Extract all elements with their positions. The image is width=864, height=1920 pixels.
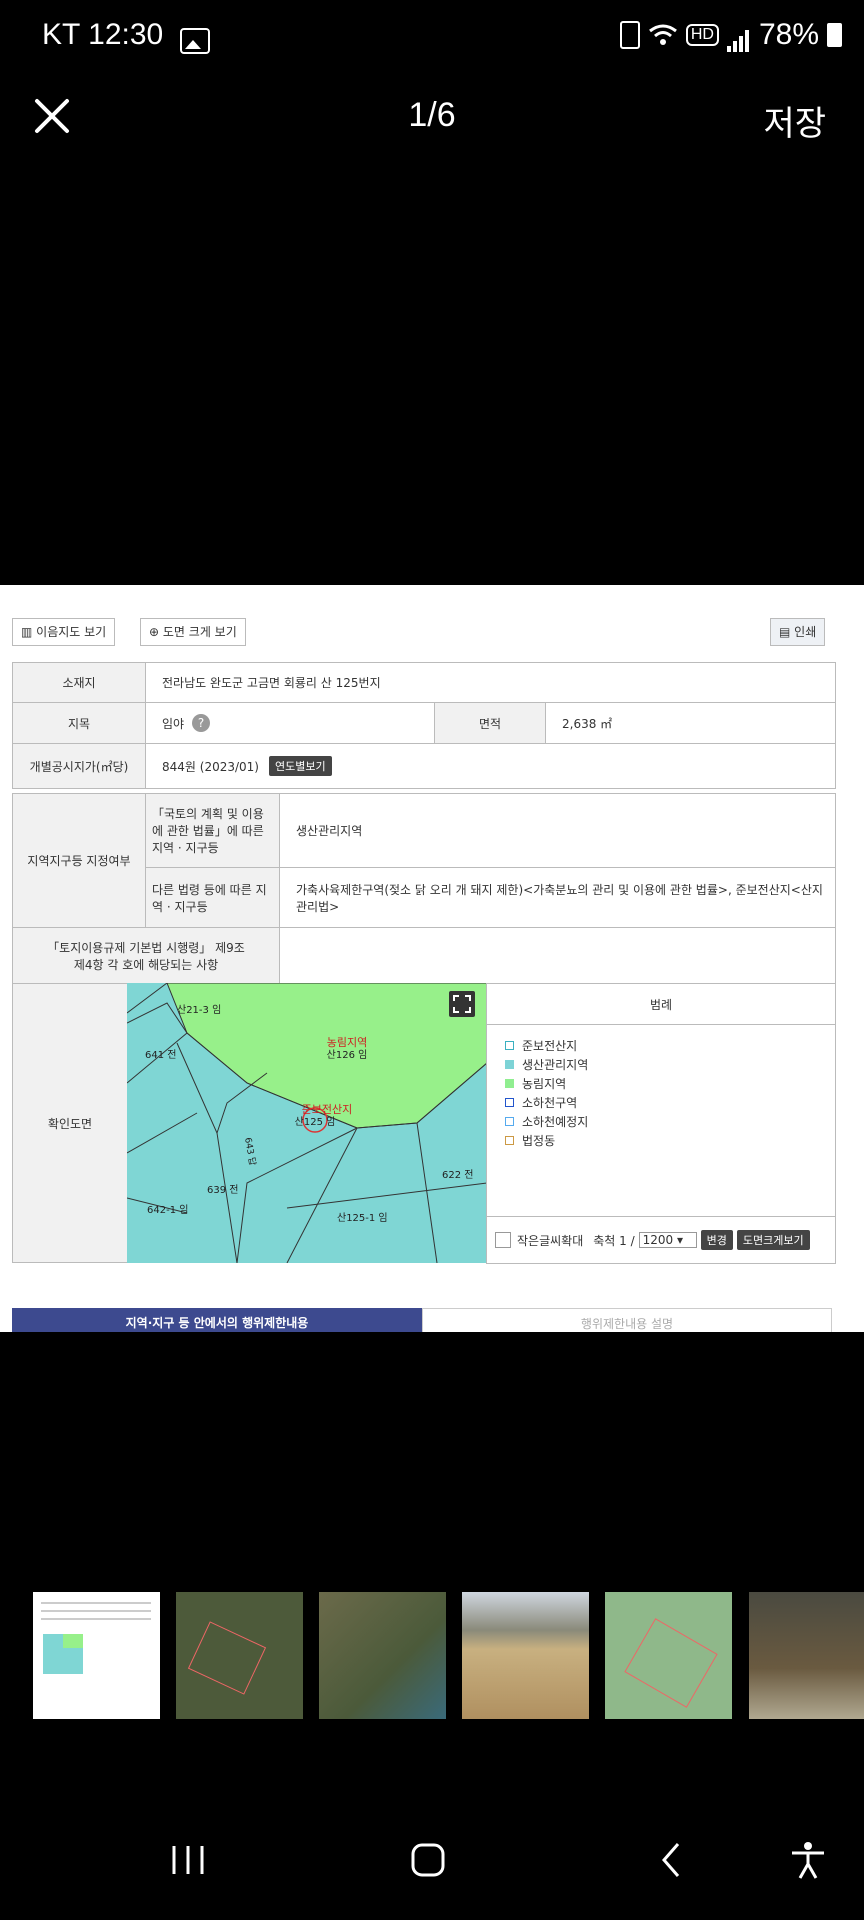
- recent-apps-icon[interactable]: [168, 1840, 208, 1880]
- category-value: 임야: [162, 716, 185, 731]
- act-label: 「토지이용규제 기본법 시행령」 제9조 제4항 각 호에 해당되는 사항: [12, 927, 280, 984]
- act-value: [279, 927, 836, 984]
- map-label-parcel-126: 산126 임: [327, 1048, 368, 1061]
- map-label-622: 622 전: [442, 1169, 473, 1181]
- zoom-icon: ⊕: [149, 625, 160, 639]
- help-icon[interactable]: ?: [192, 714, 211, 732]
- document-image: ▥ 이음지도 보기 ⊕ 도면 크게 보기 ▤ 인쇄 소재지 전라남도 완도군 고…: [0, 585, 864, 1332]
- legend-item: 소하천예정지: [505, 1113, 588, 1130]
- zone-row1-value: 생산관리지역: [279, 793, 836, 868]
- location-value: 전라남도 완도군 고금면 회룡리 산 125번지: [145, 662, 836, 703]
- thumbnail-2[interactable]: [176, 1592, 303, 1719]
- carrier-time: KT 12:30: [42, 18, 164, 51]
- small-text-checkbox[interactable]: [495, 1232, 511, 1248]
- legend-panel: 준보전산지 생산관리지역 농림지역 소하천구역 소하천예정지 법정동 작은글씨확…: [486, 1024, 836, 1264]
- thumbnail-3[interactable]: [319, 1592, 446, 1719]
- battery-saver-icon: [619, 21, 640, 49]
- price-value: 844원 (2023/01): [162, 759, 259, 774]
- map-label-farm-zone: 농림지역: [327, 1036, 367, 1049]
- back-icon[interactable]: [652, 1840, 692, 1880]
- printer-icon: ▤: [779, 625, 791, 639]
- location-label: 소재지: [12, 662, 146, 703]
- legend-item: 농림지역: [505, 1075, 566, 1092]
- zone-label: 지역지구등 지정여부: [12, 793, 146, 928]
- thumbnail-5[interactable]: [605, 1592, 732, 1719]
- map-icon: ▥: [21, 625, 33, 639]
- map-label-639: 639 전: [207, 1184, 238, 1196]
- status-bar: KT 12:30 HD 78%: [0, 0, 864, 80]
- price-label: 개별공시지가(㎡당): [12, 743, 146, 789]
- map-enlarge-button[interactable]: 도면크게보기: [736, 1230, 810, 1250]
- image-counter: 1/6: [408, 96, 456, 134]
- zone-row2-value: 가축사육제한구역(젖소 닭 오리 개 돼지 제한)<가축분뇨의 관리 및 이용에…: [279, 867, 836, 928]
- battery-icon: [827, 23, 842, 47]
- hd-voice-icon: HD: [685, 24, 719, 46]
- save-button[interactable]: 저장: [763, 96, 826, 145]
- change-button[interactable]: 변경: [700, 1230, 733, 1250]
- map-label-125-1: 산125-1 임: [337, 1211, 388, 1224]
- battery-percent: 78%: [758, 18, 819, 51]
- legend-item: 소하천구역: [505, 1094, 577, 1111]
- map-label-642-1: 642-1 임: [147, 1203, 188, 1216]
- enlarge-view-button[interactable]: ⊕ 도면 크게 보기: [140, 618, 246, 646]
- status-icons: HD 78%: [619, 18, 842, 52]
- wifi-icon: [648, 24, 677, 45]
- category-label: 지목: [12, 702, 146, 744]
- parcel-map[interactable]: 농림지역 산126 임 준보전산지 산125 임 641 전 639 전 642…: [127, 983, 487, 1263]
- scale-select[interactable]: 1200 ▾: [638, 1232, 697, 1248]
- map-view-button[interactable]: ▥ 이음지도 보기: [12, 618, 116, 646]
- thumbnail-1[interactable]: [33, 1592, 160, 1719]
- legend-item: 준보전산지: [505, 1037, 577, 1054]
- gallery-notification-icon: [180, 28, 210, 54]
- fullscreen-icon[interactable]: [449, 991, 475, 1017]
- legend-item: 법정동: [505, 1132, 555, 1149]
- map-label-parcel-125: 산125 임: [295, 1115, 336, 1128]
- map-label-conservation: 준보전산지: [302, 1103, 353, 1116]
- tab-restrictions[interactable]: 지역·지구 등 안에서의 행위제한내용: [12, 1308, 422, 1332]
- zone-row1-label: 「국토의 계획 및 이용에 관한 법률」에 따른 지역 · 지구등: [145, 793, 280, 868]
- thumbnail-6[interactable]: [749, 1592, 864, 1719]
- zone-row2-label: 다른 법령 등에 따른 지역 · 지구등: [145, 867, 280, 928]
- signal-icon: [726, 18, 751, 52]
- home-icon[interactable]: [408, 1840, 448, 1880]
- area-value: 2,638 ㎡: [545, 702, 836, 744]
- map-label-21-3: 산21-3 임: [177, 1003, 221, 1016]
- map-label: 확인도면: [12, 983, 128, 1263]
- tab-restrictions-desc[interactable]: 행위제한내용 설명: [422, 1308, 832, 1332]
- price-cell: 844원 (2023/01) 연도별보기: [145, 743, 836, 789]
- thumbnail-4[interactable]: [462, 1592, 589, 1719]
- area-label: 면적: [434, 702, 546, 744]
- print-button[interactable]: ▤ 인쇄: [770, 618, 826, 646]
- legend-controls: 작은글씨확대 축척 1 / 1200 ▾ 변경 도면크게보기: [495, 1230, 810, 1250]
- map-label-641: 641 전: [145, 1049, 176, 1061]
- yearly-view-button[interactable]: 연도별보기: [268, 756, 332, 776]
- legend-item: 생산관리지역: [505, 1056, 588, 1073]
- category-cell: 임야 ?: [145, 702, 435, 744]
- legend-title: 범례: [486, 983, 836, 1025]
- accessibility-icon[interactable]: [788, 1840, 828, 1880]
